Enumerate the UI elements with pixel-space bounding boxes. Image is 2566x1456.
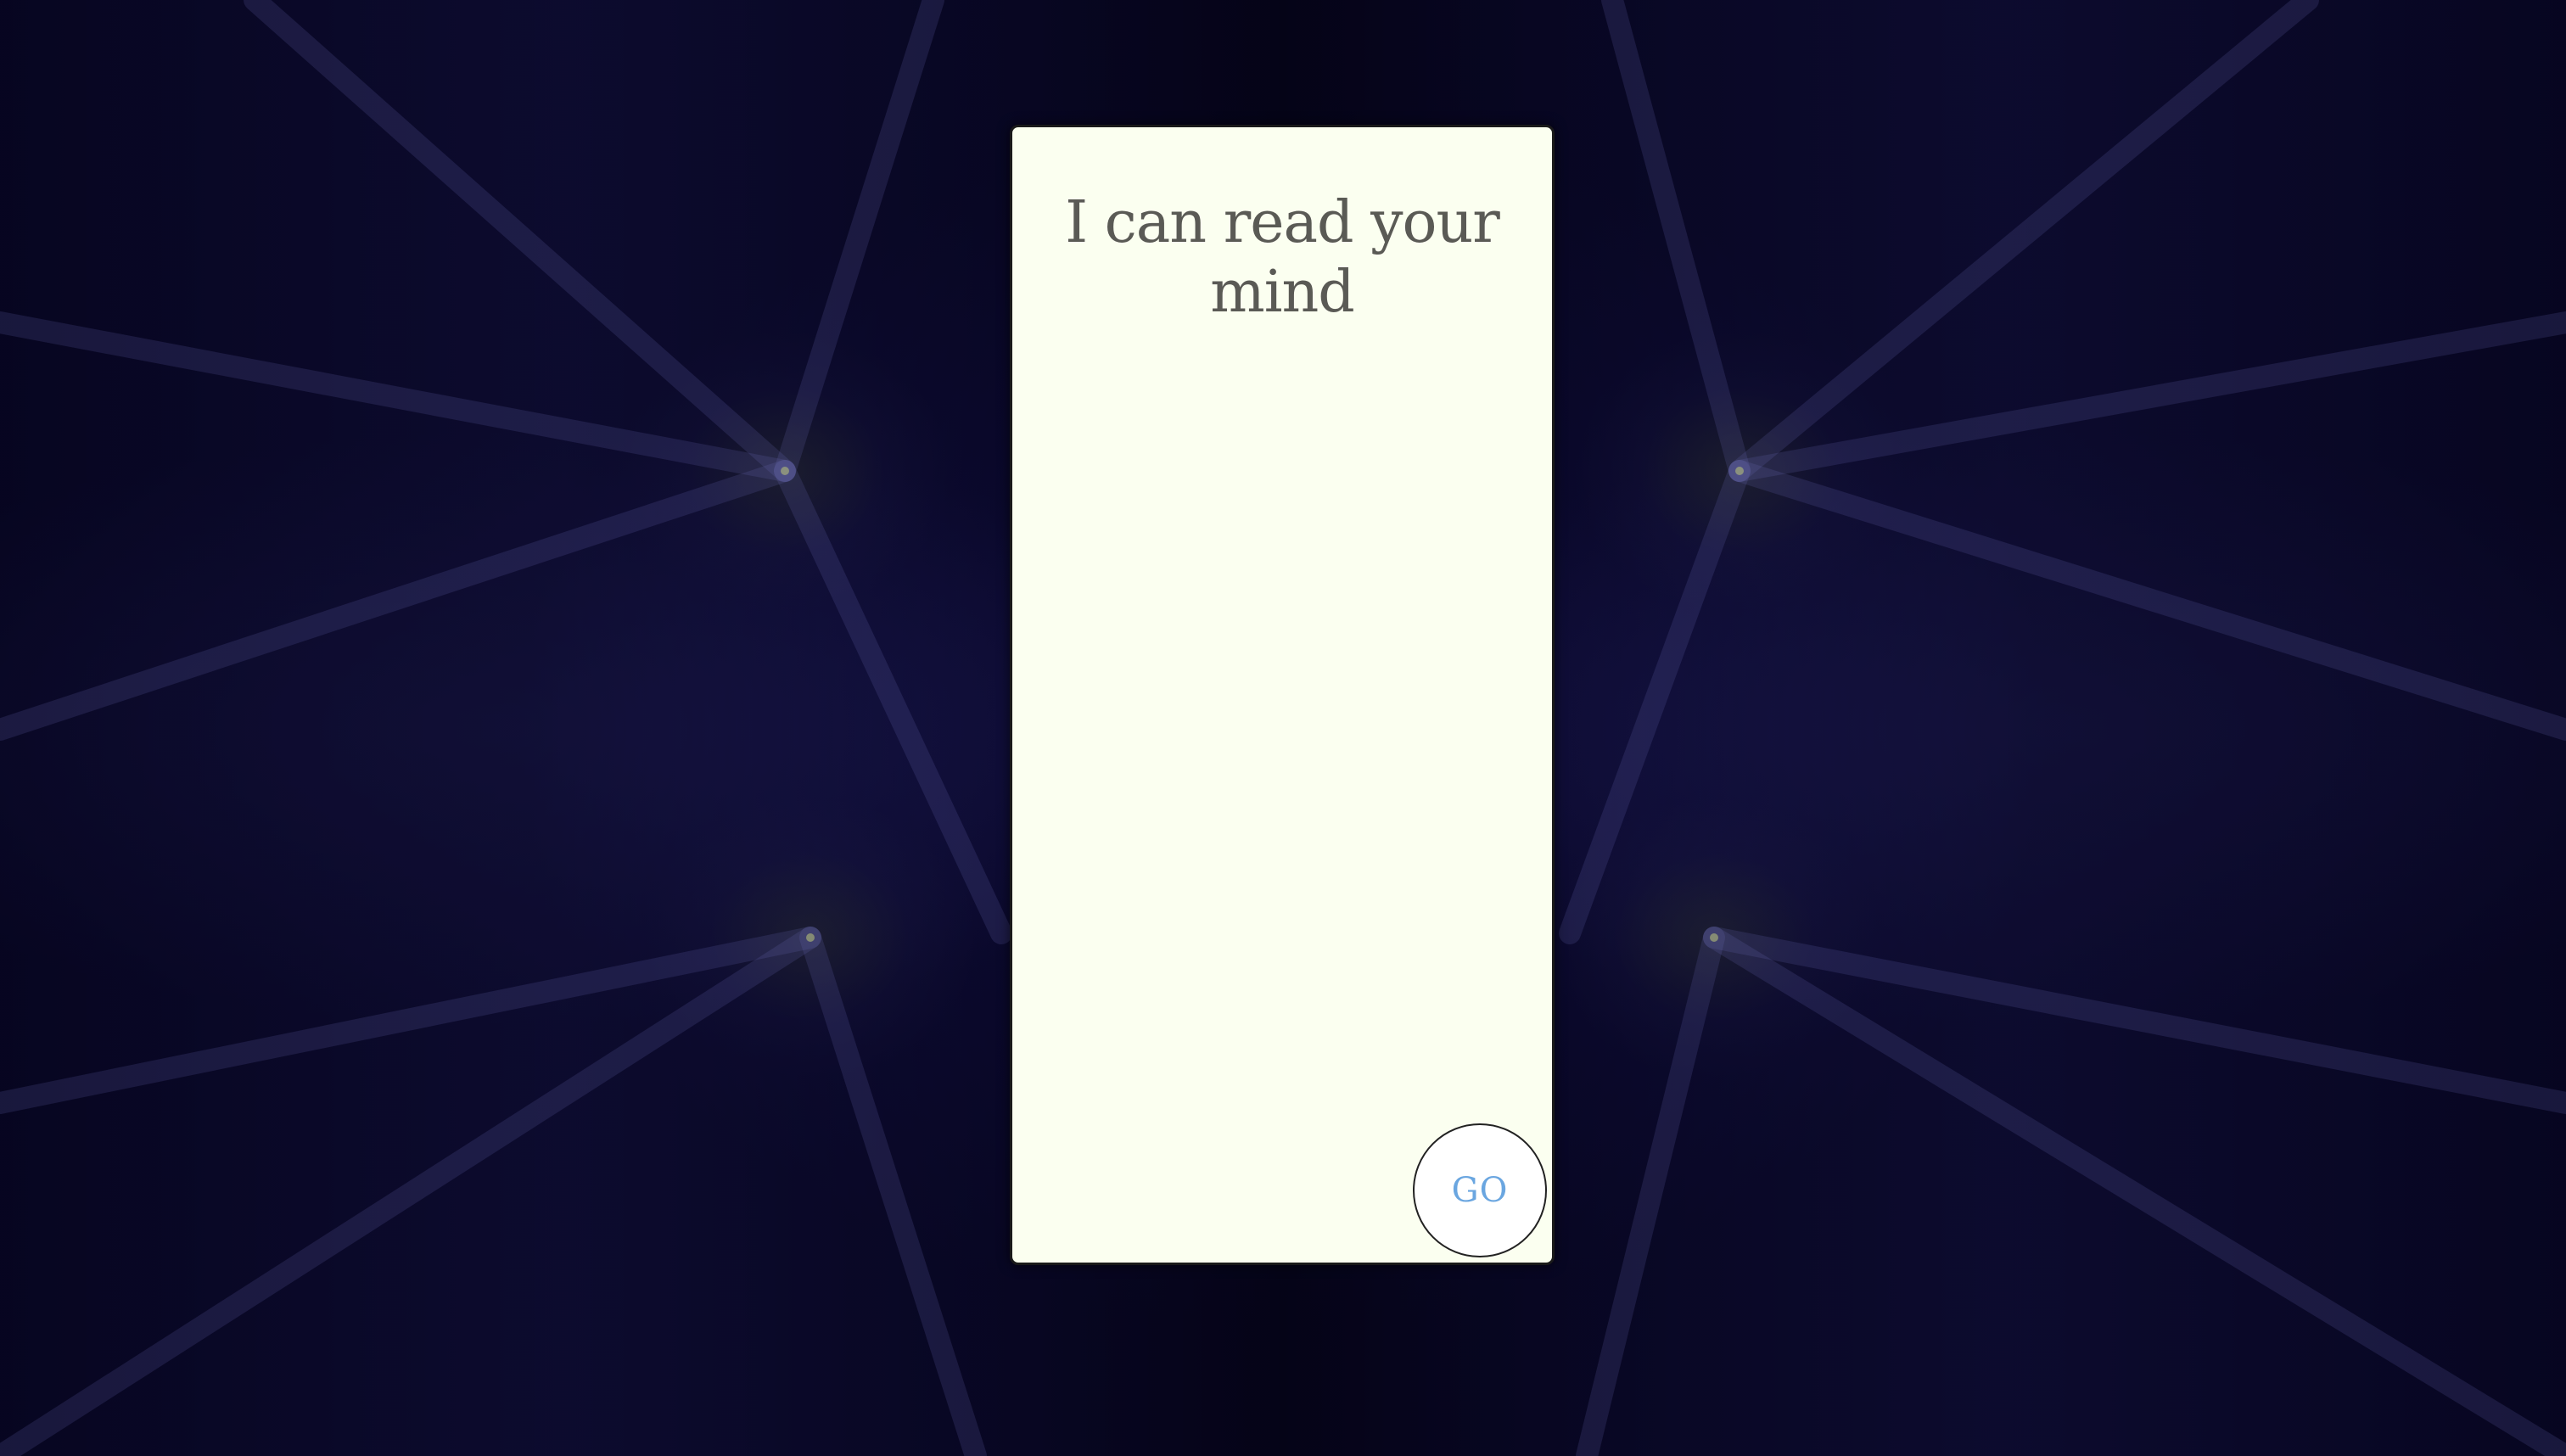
page-title: I can read your mind <box>1065 189 1500 326</box>
go-button[interactable]: GO <box>1413 1123 1547 1257</box>
go-button-label: GO <box>1451 1171 1509 1210</box>
mind-reader-card: I can read your mind GO <box>1010 125 1555 1265</box>
